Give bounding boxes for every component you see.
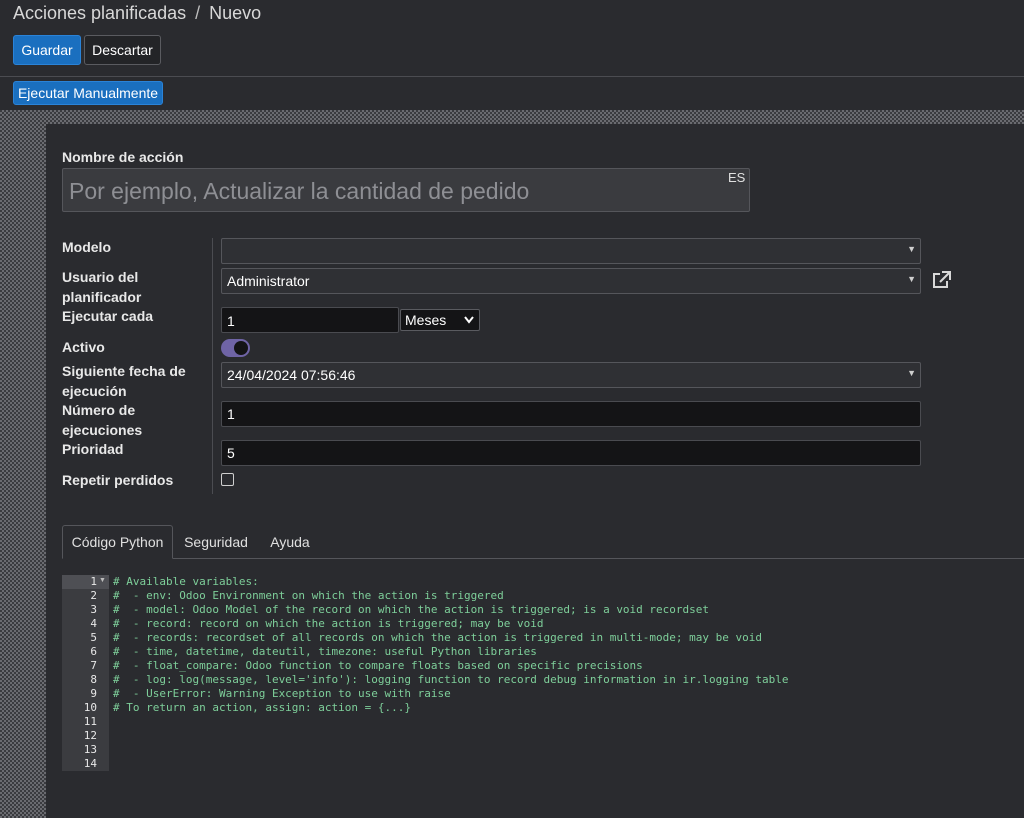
code-line: # - time, datetime, dateutil, timezone: … <box>113 645 537 658</box>
numcall-label-line1: Número de <box>62 402 136 418</box>
line-number: 9 <box>90 687 97 700</box>
chevron-down-icon: ▼ <box>907 274 916 284</box>
tab-python-code[interactable]: Código Python <box>62 525 173 559</box>
name-label: Nombre de acción <box>62 149 184 165</box>
interval-unit-select[interactable]: Meses <box>400 309 480 331</box>
user-label-line2: planificador <box>62 289 142 305</box>
action-name-input[interactable]: Por ejemplo, Actualizar la cantidad de p… <box>62 168 750 212</box>
line-number: 2 <box>90 589 97 602</box>
fold-chevron-icon[interactable]: ▼ <box>99 577 106 584</box>
run-manually-button[interactable]: Ejecutar Manualmente <box>13 81 163 105</box>
interval-unit-value: Meses <box>405 312 447 328</box>
breadcrumb-parent-link[interactable]: Acciones planificadas <box>13 3 186 23</box>
interval-number-input[interactable]: 1 <box>221 307 399 333</box>
interval-label: Ejecutar cada <box>62 308 154 324</box>
code-line: # - record: record on which the action i… <box>113 617 544 630</box>
toggle-knob <box>234 341 248 355</box>
doall-label: Repetir perdidos <box>62 472 174 488</box>
tab-security[interactable]: Seguridad <box>176 525 256 559</box>
external-link-icon[interactable] <box>931 270 953 290</box>
chevron-down-icon <box>464 316 474 324</box>
action-name-placeholder: Por ejemplo, Actualizar la cantidad de p… <box>69 178 530 204</box>
line-number: 14 <box>83 757 97 770</box>
breadcrumb: Acciones planificadas / Nuevo <box>13 3 261 24</box>
translate-language-button[interactable]: ES <box>728 170 745 185</box>
user-value: Administrator <box>227 273 310 289</box>
chevron-down-icon: ▼ <box>907 244 916 254</box>
code-gutter: 1 2 3 4 5 6 7 8 9 10 11 12 13 14 <box>62 575 109 771</box>
line-number: 7 <box>90 659 97 672</box>
user-select[interactable]: Administrator ▼ <box>221 268 921 294</box>
breadcrumb-separator: / <box>195 3 201 23</box>
active-toggle[interactable] <box>221 339 250 357</box>
toolbar-divider <box>0 76 1024 77</box>
priority-label: Prioridad <box>62 441 124 457</box>
control-panel: Acciones planificadas / Nuevo Guardar De… <box>0 0 1024 110</box>
code-line: # - model: Odoo Model of the record on w… <box>113 603 710 616</box>
line-number: 13 <box>83 743 97 756</box>
code-line: # To return an action, assign: action = … <box>113 701 412 714</box>
code-line: # - env: Odoo Environment on which the a… <box>113 589 504 602</box>
code-line: # Available variables: <box>113 575 259 588</box>
user-label-line1: Usuario del <box>62 269 139 285</box>
model-select[interactable]: ▼ <box>221 238 921 264</box>
line-number: 6 <box>90 645 97 658</box>
active-label: Activo <box>62 339 105 355</box>
code-line: # - log: log(message, level='info'): log… <box>113 673 789 686</box>
save-button[interactable]: Guardar <box>13 35 81 65</box>
nextcall-label-line2: ejecución <box>62 383 127 399</box>
line-number: 8 <box>90 673 97 686</box>
breadcrumb-current: Nuevo <box>209 3 262 23</box>
nextcall-datetime-input[interactable]: 24/04/2024 07:56:46 ▼ <box>221 362 921 388</box>
chevron-down-icon: ▼ <box>907 368 916 378</box>
doall-checkbox[interactable] <box>221 473 234 486</box>
tab-help[interactable]: Ayuda <box>262 525 318 559</box>
line-number: 5 <box>90 631 97 644</box>
line-number: 3 <box>90 603 97 616</box>
line-number: 11 <box>83 715 97 728</box>
discard-button[interactable]: Descartar <box>84 35 161 65</box>
line-number: 12 <box>83 729 97 742</box>
code-line: # - UserError: Warning Exception to use … <box>113 687 451 700</box>
nextcall-label-line1: Siguiente fecha de <box>62 363 186 379</box>
nextcall-value: 24/04/2024 07:56:46 <box>227 367 356 383</box>
line-number: 4 <box>90 617 97 630</box>
code-line: # - records: recordset of all records on… <box>113 631 763 644</box>
code-line: # - float_compare: Odoo function to comp… <box>113 659 643 672</box>
numcall-label-line2: ejecuciones <box>62 422 143 438</box>
form-label-divider <box>212 238 213 494</box>
line-number: 10 <box>83 701 97 714</box>
model-label: Modelo <box>62 239 111 255</box>
priority-input[interactable]: 5 <box>221 440 921 466</box>
numcall-input[interactable]: 1 <box>221 401 921 427</box>
